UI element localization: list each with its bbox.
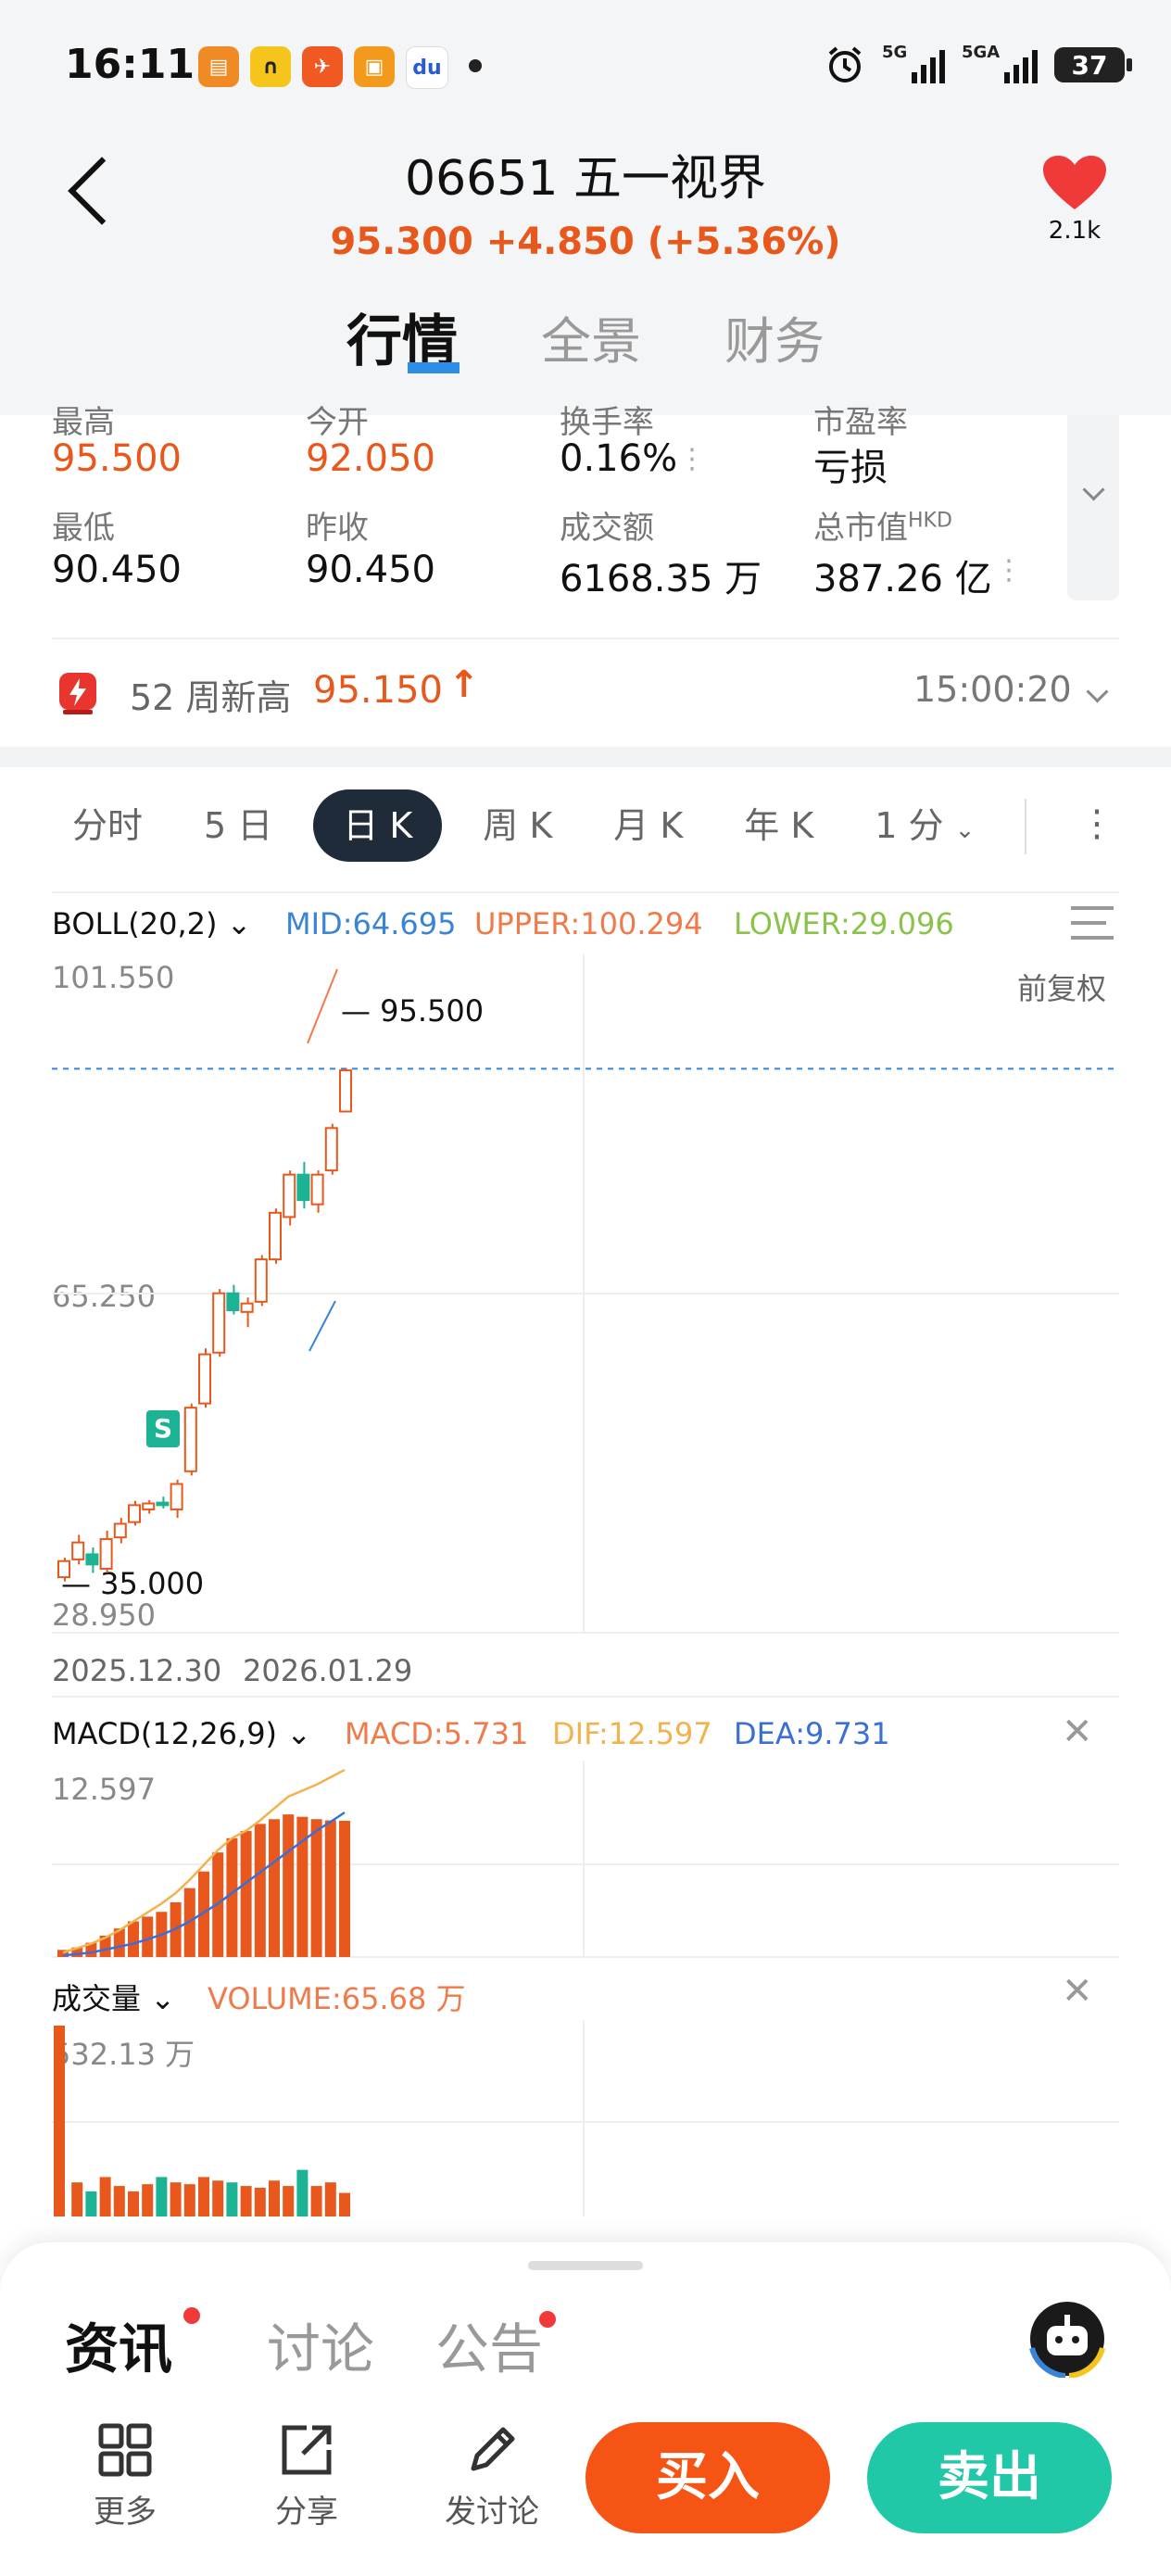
macd-bar <box>254 1824 266 1957</box>
candle-body <box>99 1537 113 1570</box>
candle-body <box>198 1353 211 1405</box>
volume-bar <box>99 2177 111 2216</box>
candle-body <box>310 1173 324 1206</box>
boll-mid-line <box>308 1300 336 1352</box>
macd-bar <box>324 1820 336 1957</box>
post-discussion-label: 发讨论 <box>445 2494 539 2531</box>
candle-body <box>156 1501 170 1507</box>
volume-bar <box>240 2186 252 2216</box>
macd-bar <box>226 1837 238 1957</box>
volume-bar <box>156 2177 168 2216</box>
volume-bar <box>226 2182 238 2216</box>
volume-bar <box>283 2186 295 2216</box>
volume-bar <box>296 2169 308 2216</box>
tab-discussion[interactable]: 讨论 <box>267 2305 374 2383</box>
volume-bar <box>85 2191 97 2216</box>
candle-body <box>142 1502 156 1510</box>
share-label: 分享 <box>275 2494 338 2531</box>
volume-bar <box>183 2184 195 2216</box>
volume-bar <box>310 2186 322 2216</box>
macd-bar <box>283 1814 295 1957</box>
candle-body <box>254 1258 268 1303</box>
volume-bar <box>142 2184 154 2216</box>
candle-body <box>240 1302 254 1313</box>
candle-body <box>296 1173 310 1202</box>
volume-bar <box>128 2191 139 2216</box>
ai-assistant-button[interactable] <box>1028 2300 1106 2381</box>
macd-bar <box>339 1820 350 1957</box>
announcement-badge <box>539 2311 556 2328</box>
kline-chart[interactable] <box>0 0 1171 2242</box>
grid-icon <box>98 2423 152 2477</box>
candle-body <box>128 1504 141 1523</box>
robot-icon <box>1029 2302 1105 2379</box>
volume-bar <box>113 2186 125 2216</box>
volume-bar <box>339 2192 350 2216</box>
volume-bar <box>324 2182 336 2216</box>
candle-body <box>283 1173 296 1219</box>
more-button[interactable]: 更多 <box>74 2422 176 2532</box>
candle-body <box>339 1069 352 1113</box>
candle-body <box>57 1559 70 1579</box>
macd-bar <box>269 1819 280 1957</box>
volume-bar <box>54 2026 65 2216</box>
news-badge <box>183 2307 200 2324</box>
candle-body <box>183 1407 197 1472</box>
share-icon <box>282 2425 332 2475</box>
volume-bar <box>71 2182 83 2216</box>
candle-body <box>85 1553 99 1566</box>
boll-upper-line <box>307 968 338 1044</box>
candle-body <box>170 1483 183 1510</box>
tab-announcement[interactable]: 公告 <box>435 2305 543 2383</box>
drag-handle[interactable] <box>528 2261 643 2270</box>
volume-bar <box>198 2177 209 2216</box>
share-button[interactable]: 分享 <box>256 2422 358 2532</box>
candle-body <box>324 1127 338 1172</box>
pencil-icon <box>471 2427 515 2471</box>
sell-signal-badge[interactable]: S <box>146 1410 180 1447</box>
tab-news[interactable]: 资讯 <box>65 2305 172 2383</box>
volume-bar <box>170 2182 182 2216</box>
candle-body <box>269 1211 282 1261</box>
more-label: 更多 <box>94 2494 157 2531</box>
buy-button[interactable]: 买入 <box>586 2422 830 2533</box>
volume-bar <box>254 2188 266 2216</box>
volume-bar <box>212 2180 224 2216</box>
candle-body <box>113 1522 127 1539</box>
macd-bar <box>310 1819 322 1957</box>
volume-bar <box>269 2180 280 2216</box>
macd-bar <box>240 1831 252 1957</box>
candle-body <box>226 1292 240 1311</box>
candle-body <box>71 1541 85 1560</box>
macd-bar <box>128 1921 139 1957</box>
candle-body <box>212 1292 226 1354</box>
sell-button[interactable]: 卖出 <box>867 2422 1112 2533</box>
post-discussion-button[interactable]: 发讨论 <box>441 2422 543 2532</box>
